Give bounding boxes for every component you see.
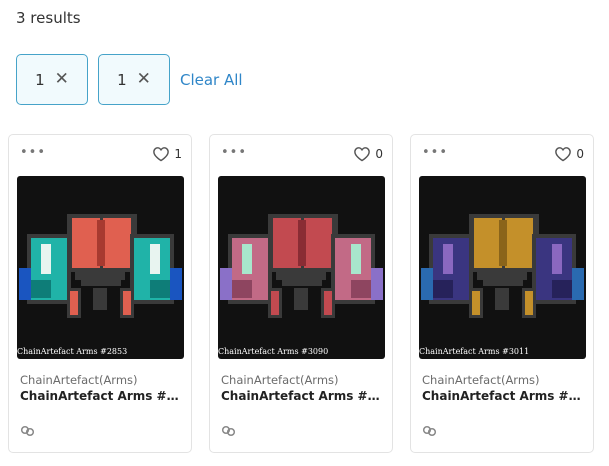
art-ribs: [75, 272, 125, 280]
clear-all-button[interactable]: Clear All: [180, 71, 243, 89]
collection-name[interactable]: ChainArtefact(Arms): [221, 373, 339, 387]
art-arm-right-highlight: [150, 244, 160, 274]
art-arm-left-highlight: [443, 244, 453, 274]
filter-chip[interactable]: 1 ✕: [16, 54, 88, 105]
close-icon[interactable]: ✕: [137, 71, 151, 88]
filter-chip[interactable]: 1 ✕: [98, 54, 170, 105]
nft-image[interactable]: ChainArtefact Arms #2853: [17, 176, 184, 359]
art-ribs: [477, 272, 527, 280]
art-claw-left: [271, 291, 279, 315]
heart-icon: [153, 147, 170, 162]
nft-card[interactable]: ••• 0 ChainArtefact Arms #3090 ChainArte…: [209, 134, 393, 453]
art-body-left: [474, 218, 502, 268]
collection-name[interactable]: ChainArtefact(Arms): [422, 373, 540, 387]
link-icon[interactable]: [20, 423, 36, 442]
heart-icon: [354, 147, 371, 162]
art-body-left: [72, 218, 100, 268]
art-arm-left-shade: [31, 280, 51, 298]
art-arm-left-highlight: [242, 244, 252, 274]
art-hand-left: [19, 268, 31, 300]
nft-image[interactable]: ChainArtefact Arms #3090: [218, 176, 385, 359]
art-spine: [93, 288, 107, 310]
nft-name[interactable]: ChainArtefact Arms #2853: [20, 389, 182, 403]
art-body-right: [103, 218, 131, 268]
art-hand-right: [572, 268, 584, 300]
active-filters: 1 ✕ 1 ✕ Clear All: [16, 54, 243, 105]
filter-chip-value: 1: [117, 70, 127, 89]
art-arm-right-shade: [552, 280, 572, 298]
image-caption: ChainArtefact Arms #2853: [17, 347, 128, 356]
art-claw-left: [472, 291, 480, 315]
heart-icon: [555, 147, 572, 162]
results-count: 3 results: [16, 9, 81, 27]
art-body-seam: [97, 220, 105, 266]
close-icon[interactable]: ✕: [55, 71, 69, 88]
art-body-right: [505, 218, 533, 268]
like-count: 0: [576, 147, 584, 161]
more-options-icon[interactable]: •••: [20, 145, 46, 160]
nft-image[interactable]: ChainArtefact Arms #3011: [419, 176, 586, 359]
like-count: 1: [174, 147, 182, 161]
more-options-icon[interactable]: •••: [221, 145, 247, 160]
image-caption: ChainArtefact Arms #3090: [218, 347, 329, 356]
art-body-right: [304, 218, 332, 268]
art-arm-left-highlight: [41, 244, 51, 274]
art-claw-right: [123, 291, 131, 315]
art-ribs-lower: [282, 280, 322, 286]
like-button[interactable]: 0: [554, 146, 584, 162]
filter-chip-value: 1: [35, 70, 45, 89]
art-spine: [495, 288, 509, 310]
nft-card[interactable]: ••• 1 ChainArtefact Arms #2853 ChainArte…: [8, 134, 192, 453]
link-icon[interactable]: [422, 423, 438, 442]
art-hand-right: [170, 268, 182, 300]
like-count: 0: [375, 147, 383, 161]
art-arm-right-shade: [150, 280, 170, 298]
nft-card[interactable]: ••• 0 ChainArtefact Arms #3011 ChainArte…: [410, 134, 594, 453]
art-claw-left: [70, 291, 78, 315]
art-hand-right: [371, 268, 383, 300]
art-arm-right-highlight: [552, 244, 562, 274]
art-spine: [294, 288, 308, 310]
art-ribs-lower: [483, 280, 523, 286]
like-button[interactable]: 0: [353, 146, 383, 162]
art-arm-left-shade: [232, 280, 252, 298]
nft-name[interactable]: ChainArtefact Arms #3011: [422, 389, 584, 403]
art-body-seam: [499, 220, 507, 266]
art-body-left: [273, 218, 301, 268]
link-icon[interactable]: [221, 423, 237, 442]
image-caption: ChainArtefact Arms #3011: [419, 347, 530, 356]
art-body-seam: [298, 220, 306, 266]
nft-name[interactable]: ChainArtefact Arms #3090: [221, 389, 383, 403]
art-claw-right: [324, 291, 332, 315]
art-arm-right-shade: [351, 280, 371, 298]
art-claw-right: [525, 291, 533, 315]
art-arm-left-shade: [433, 280, 453, 298]
art-ribs: [276, 272, 326, 280]
art-arm-right-highlight: [351, 244, 361, 274]
collection-name[interactable]: ChainArtefact(Arms): [20, 373, 138, 387]
art-ribs-lower: [81, 280, 121, 286]
more-options-icon[interactable]: •••: [422, 145, 448, 160]
like-button[interactable]: 1: [152, 146, 182, 162]
art-hand-left: [220, 268, 232, 300]
art-hand-left: [421, 268, 433, 300]
